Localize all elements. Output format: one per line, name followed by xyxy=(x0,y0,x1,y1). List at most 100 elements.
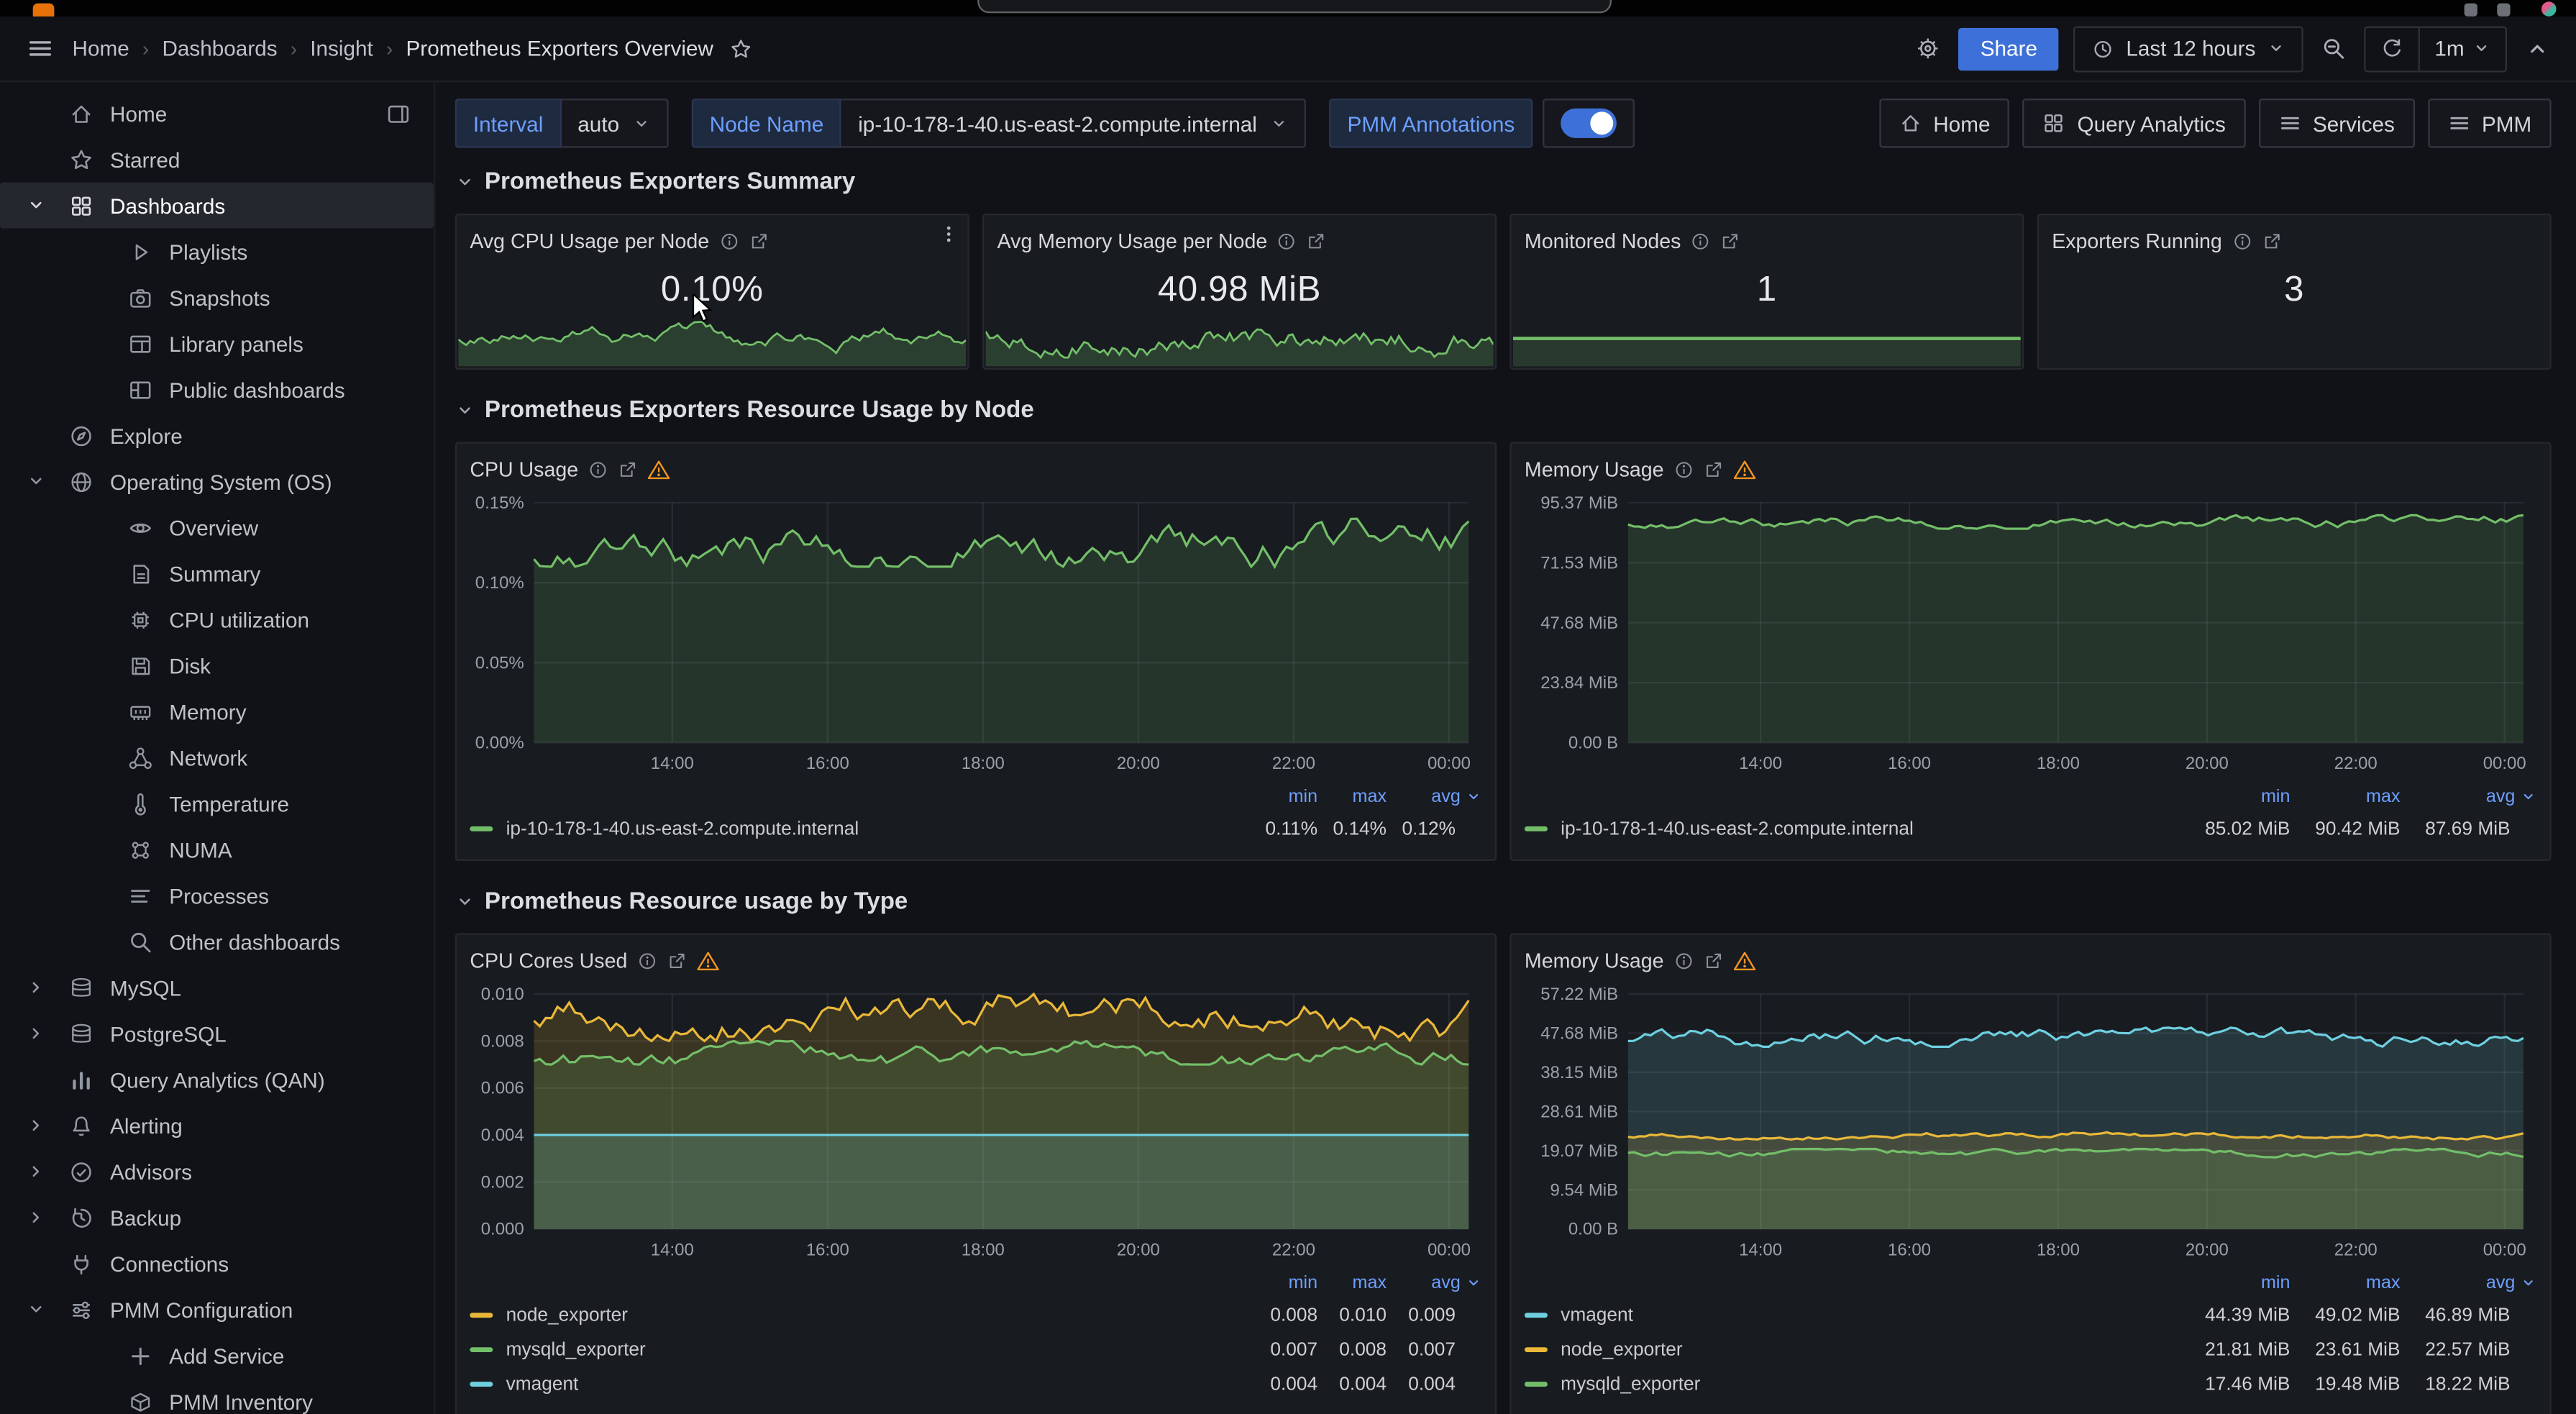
info-icon[interactable] xyxy=(1277,232,1297,251)
warning-icon[interactable] xyxy=(647,458,670,481)
sidebar-item-overview[interactable]: Overview xyxy=(0,504,434,550)
sidebar-expand-toggle[interactable] xyxy=(27,1116,69,1135)
sidebar-item-explore[interactable]: Explore xyxy=(0,412,434,458)
sidebar-item-dashboards[interactable]: Dashboards xyxy=(0,183,434,229)
sidebar-item-alerting[interactable]: Alerting xyxy=(0,1103,434,1149)
home-link-button[interactable]: Home xyxy=(1879,99,2010,148)
pmm-link-button[interactable]: PMM xyxy=(2428,99,2552,148)
share-button[interactable]: Share xyxy=(1959,27,2059,70)
legend-row-mysqld-exporter[interactable]: mysqld_exporter17.46 MiB19.48 MiB18.22 M… xyxy=(1525,1367,2536,1402)
panel-title[interactable]: CPU Usage xyxy=(470,458,578,481)
info-icon[interactable] xyxy=(1691,232,1710,251)
sidebar-expand-toggle[interactable] xyxy=(27,196,69,215)
legend-row-ip-10-178-1-40-us-east-2-compute-internal[interactable]: ip-10-178-1-40.us-east-2.compute.interna… xyxy=(1525,811,2536,846)
external-link-icon[interactable] xyxy=(618,460,637,480)
time-range-picker[interactable]: Last 12 hours xyxy=(2073,25,2303,71)
info-icon[interactable] xyxy=(719,232,739,251)
sidebar-item-connections[interactable]: Connections xyxy=(0,1241,434,1287)
timeseries-chart[interactable]: 0.0100.0080.0060.0040.0020.00014:0016:00… xyxy=(470,977,1481,1265)
sidebar-item-home[interactable]: Home xyxy=(0,91,434,137)
legend-sort-avg[interactable]: avg xyxy=(2401,787,2537,806)
timeseries-chart[interactable]: 95.37 MiB71.53 MiB47.68 MiB23.84 MiB0.00… xyxy=(1525,486,2536,779)
external-link-icon[interactable] xyxy=(1703,460,1722,480)
panel-title[interactable]: Memory Usage xyxy=(1525,458,1664,481)
sidebar-item-memory[interactable]: Memory xyxy=(0,688,434,734)
sidebar-item-pmm-inventory[interactable]: PMM Inventory xyxy=(0,1379,434,1414)
legend-sort-avg[interactable]: avg xyxy=(1387,1273,1481,1292)
sidebar-item-network[interactable]: Network xyxy=(0,734,434,780)
mega-menu-toggle-button[interactable] xyxy=(23,31,58,65)
sidebar-expand-toggle[interactable] xyxy=(27,1208,69,1227)
warning-icon[interactable] xyxy=(1732,458,1755,481)
sidebar-item-operating-system-os[interactable]: Operating System (OS) xyxy=(0,458,434,504)
panel-title[interactable]: Exporters Running xyxy=(2052,230,2222,253)
info-icon[interactable] xyxy=(1673,460,1693,480)
sidebar-item-public-dashboards[interactable]: Public dashboards xyxy=(0,366,434,412)
browser-profile-avatar[interactable] xyxy=(2541,1,2557,17)
section-header-node[interactable]: Prometheus Exporters Resource Usage by N… xyxy=(455,396,2552,426)
legend-sort-max[interactable]: max xyxy=(1317,1273,1387,1292)
browser-menu-icon[interactable] xyxy=(2497,4,2510,17)
sidebar-expand-toggle[interactable] xyxy=(27,1023,69,1043)
panel-title[interactable]: Memory Usage xyxy=(1525,949,1664,972)
sidebar-item-advisors[interactable]: Advisors xyxy=(0,1149,434,1195)
external-link-icon[interactable] xyxy=(667,952,686,971)
legend-sort-min[interactable]: min xyxy=(2180,1273,2290,1292)
sidebar-item-playlists[interactable]: Playlists xyxy=(0,229,434,275)
query-analytics-link-button[interactable]: Query Analytics xyxy=(2023,99,2245,148)
sidebar-item-query-analytics-qan[interactable]: Query Analytics (QAN) xyxy=(0,1057,434,1103)
panel-menu-button[interactable] xyxy=(938,224,959,250)
legend-row-vmagent[interactable]: vmagent0.0040.0040.004 xyxy=(470,1367,1481,1402)
external-link-icon[interactable] xyxy=(1720,232,1740,251)
warning-icon[interactable] xyxy=(696,949,719,972)
sidebar-item-disk[interactable]: Disk xyxy=(0,642,434,688)
external-link-icon[interactable] xyxy=(1307,232,1326,251)
pmm-annotations-toggle[interactable] xyxy=(1543,99,1635,148)
dashboard-settings-button[interactable] xyxy=(1913,33,1944,64)
sidebar-item-pmm-configuration[interactable]: PMM Configuration xyxy=(0,1287,434,1333)
sidebar-item-postgresql[interactable]: PostgreSQL xyxy=(0,1011,434,1057)
section-header-summary[interactable]: Prometheus Exporters Summary xyxy=(455,168,2552,197)
breadcrumb-home[interactable]: Home xyxy=(73,36,129,60)
panel-title[interactable]: Avg CPU Usage per Node xyxy=(470,230,709,253)
legend-sort-avg[interactable]: avg xyxy=(1387,787,1481,806)
legend-row-node-exporter[interactable]: node_exporter0.0080.0100.009 xyxy=(470,1298,1481,1333)
external-link-icon[interactable] xyxy=(2262,232,2281,251)
breadcrumb-insight[interactable]: Insight xyxy=(310,36,373,60)
external-link-icon[interactable] xyxy=(749,232,768,251)
legend-sort-min[interactable]: min xyxy=(1248,1273,1317,1292)
sidebar-item-mysql[interactable]: MySQL xyxy=(0,964,434,1011)
info-icon[interactable] xyxy=(637,952,657,971)
sidebar-expand-toggle[interactable] xyxy=(27,1162,69,1181)
sidebar-expand-toggle[interactable] xyxy=(27,977,69,997)
legend-row-ip-10-178-1-40-us-east-2-compute-internal[interactable]: ip-10-178-1-40.us-east-2.compute.interna… xyxy=(470,811,1481,846)
breadcrumb-dashboards[interactable]: Dashboards xyxy=(162,36,277,60)
legend-row-vmagent[interactable]: vmagent44.39 MiB49.02 MiB46.89 MiB xyxy=(1525,1298,2536,1333)
sidebar-expand-toggle[interactable] xyxy=(27,472,69,491)
refresh-button[interactable] xyxy=(2365,27,2418,70)
sidebar-item-numa[interactable]: NUMA xyxy=(0,826,434,872)
sidebar-item-temperature[interactable]: Temperature xyxy=(0,780,434,826)
node-name-select[interactable]: ip-10-178-1-40.us-east-2.compute.interna… xyxy=(841,99,1306,148)
browser-url-bar[interactable] xyxy=(977,0,1612,13)
legend-sort-max[interactable]: max xyxy=(1317,787,1387,806)
timeseries-chart[interactable]: 0.15%0.10%0.05%0.00%14:0016:0018:0020:00… xyxy=(470,486,1481,779)
panel-title[interactable]: Monitored Nodes xyxy=(1525,230,1681,253)
info-icon[interactable] xyxy=(2232,232,2251,251)
warning-icon[interactable] xyxy=(1732,949,1755,972)
sidebar-item-processes[interactable]: Processes xyxy=(0,872,434,918)
section-header-type[interactable]: Prometheus Resource usage by Type xyxy=(455,888,2552,917)
sidebar-item-backup[interactable]: Backup xyxy=(0,1195,434,1241)
info-icon[interactable] xyxy=(1673,952,1693,971)
browser-extension-icon[interactable] xyxy=(2465,4,2477,17)
interval-select[interactable]: auto xyxy=(561,99,668,148)
zoom-out-time-button[interactable] xyxy=(2318,33,2349,64)
timeseries-chart[interactable]: 57.22 MiB47.68 MiB38.15 MiB28.61 MiB19.0… xyxy=(1525,977,2536,1265)
legend-row-node-exporter[interactable]: node_exporter21.81 MiB23.61 MiB22.57 MiB xyxy=(1525,1333,2536,1367)
panel-title[interactable]: CPU Cores Used xyxy=(470,949,627,972)
favorite-dashboard-button[interactable] xyxy=(726,34,756,63)
sidebar-item-starred[interactable]: Starred xyxy=(0,137,434,183)
panel-title[interactable]: Avg Memory Usage per Node xyxy=(997,230,1268,253)
sidebar-item-cpu-utilization[interactable]: CPU utilization xyxy=(0,596,434,642)
legend-sort-min[interactable]: min xyxy=(2180,787,2290,806)
